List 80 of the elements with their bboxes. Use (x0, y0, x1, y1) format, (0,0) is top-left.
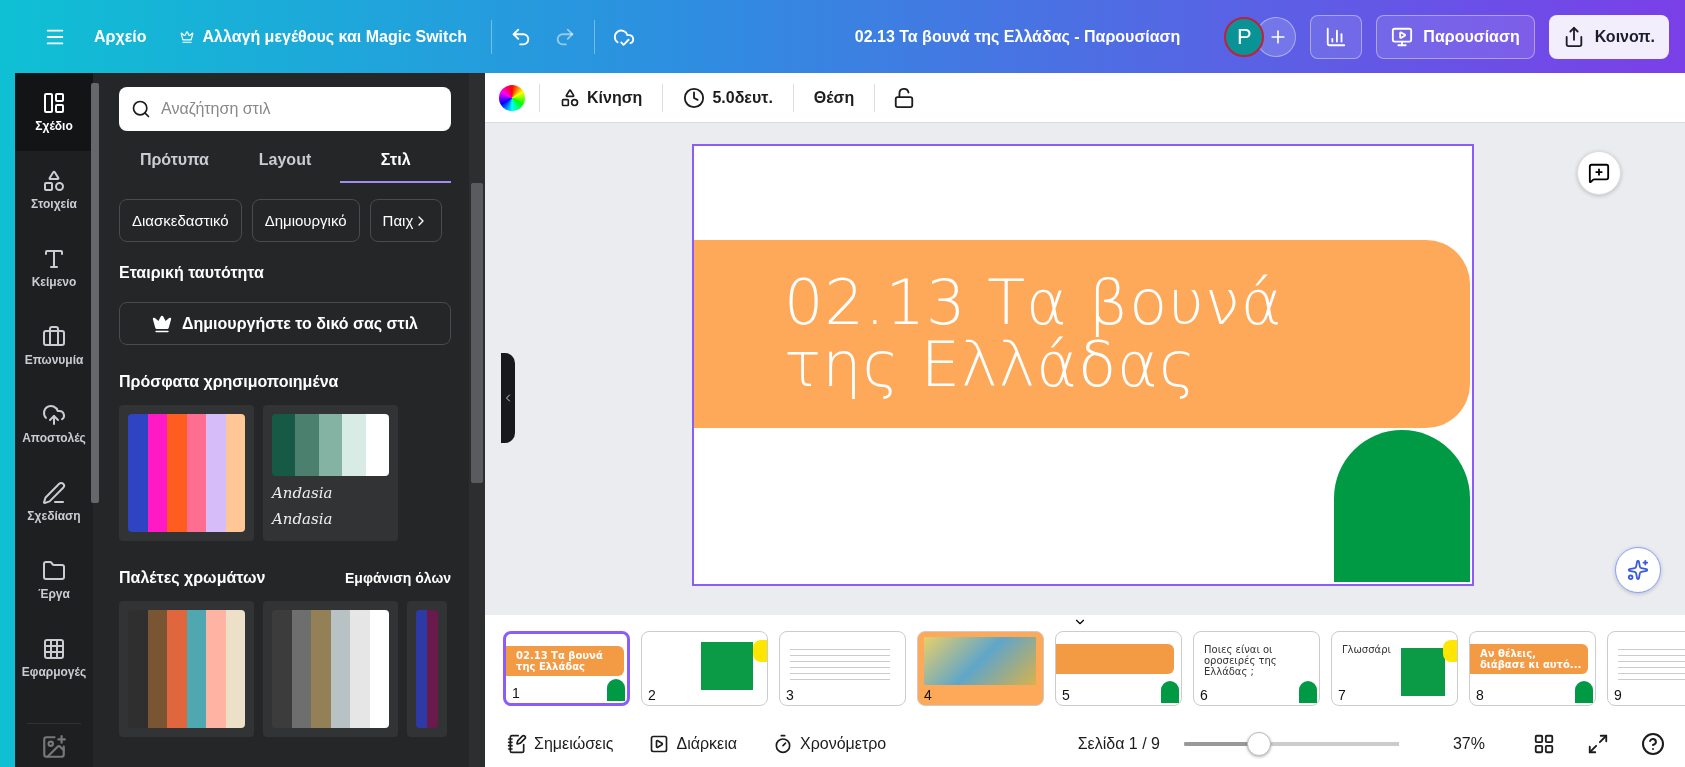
duration-button[interactable]: Διάρκεια (643, 728, 743, 760)
layout-icon (42, 91, 66, 115)
palette-card[interactable] (263, 601, 398, 737)
font-sample: Andasia (272, 484, 334, 502)
briefcase-icon (42, 325, 66, 349)
slide-thumbnail[interactable]: 2 (641, 630, 768, 706)
search-field[interactable]: Αναζήτηση στιλ (119, 87, 451, 131)
animate-button[interactable]: Κίνηση (554, 81, 649, 114)
notes-button[interactable]: Σημειώσεις (501, 728, 620, 760)
corner-shape (753, 639, 767, 662)
document-title[interactable]: 02.13 Τα βουνά της Ελλάδας - Παρουσίαση (854, 27, 1181, 46)
search-icon (131, 99, 151, 119)
pen-icon (42, 481, 66, 505)
user-avatar[interactable]: P (1224, 16, 1265, 57)
thumbnail-title: Ποιες είναι οι οροσειρές της Ελλάδας ; (1204, 643, 1278, 677)
slide-thumbnail[interactable]: Γλωσσάρι 7 (1331, 630, 1458, 706)
present-button[interactable]: Παρουσίαση (1376, 14, 1535, 59)
duration-button[interactable]: 5.0δευτ. (677, 80, 779, 115)
comment-plus-icon (1588, 162, 1610, 184)
section-heading: Παλέτες χρωμάτων (119, 569, 266, 587)
slide-thumbnail[interactable]: Ποιες είναι οι οροσειρές της Ελλάδας ; 6 (1193, 630, 1320, 706)
font-sample: Andasia (272, 510, 334, 528)
monitor-play-icon (1391, 25, 1414, 48)
page-indicator[interactable]: Σελίδα 1 / 9 (1077, 735, 1160, 753)
collapse-handle[interactable] (501, 353, 515, 443)
style-card[interactable]: Andasia Andasia (263, 405, 398, 541)
arch-shape (1575, 680, 1593, 703)
slide-thumbnail[interactable]: 9 (1607, 630, 1685, 706)
style-chip[interactable]: Παιχ (369, 199, 443, 242)
slide-thumbnail[interactable]: 4 (917, 630, 1044, 706)
color-wheel-icon[interactable] (499, 84, 525, 111)
cloud-upload-icon (42, 403, 66, 427)
insights-button[interactable] (1310, 14, 1363, 59)
crown-icon (180, 29, 195, 44)
sidebar-item[interactable]: Σχέδιο (15, 73, 93, 151)
style-card[interactable] (119, 405, 254, 541)
timer-icon (773, 734, 793, 754)
arch-shape (1299, 680, 1317, 703)
panel-tab[interactable]: Layout (229, 139, 341, 183)
shapes-icon (42, 169, 66, 193)
panel-tab[interactable]: Πρότυπα (119, 139, 230, 183)
palette-card[interactable] (119, 601, 254, 737)
slide-thumbnail[interactable]: Αν θέλεις, διάβασε κι αυτό... 8 (1469, 630, 1596, 706)
slide-thumbnail[interactable]: 02.13 Τα βουνά της Ελλάδας 1 (503, 630, 630, 706)
section-heading: Εταιρική ταυτότητα (119, 264, 265, 282)
play-icon (649, 734, 670, 754)
magic-button[interactable] (1615, 547, 1661, 593)
grid-icon (42, 637, 66, 661)
shapes-icon (560, 87, 580, 108)
text-panel (1401, 647, 1445, 696)
scrollbar[interactable] (91, 83, 99, 503)
clock-icon (683, 86, 706, 109)
timer-button[interactable]: Χρονόμετρο (767, 728, 893, 760)
create-style-button[interactable]: Δημιουργήστε το δικό σας στιλ (119, 302, 451, 345)
style-chip[interactable]: Δημιουργικό (251, 199, 360, 242)
folder-icon (42, 559, 66, 583)
arch-shape (607, 678, 625, 701)
crown-icon (152, 313, 173, 334)
slide-thumbnail[interactable]: 5 (1055, 630, 1182, 706)
text-icon (42, 247, 66, 271)
slide-thumbnail[interactable]: 3 (779, 630, 906, 706)
notes-icon (507, 734, 527, 754)
section-heading: Πρόσφατα χρησιμοποιημένα (119, 373, 340, 391)
sparkles-icon (1627, 559, 1649, 581)
add-comment-button[interactable] (1577, 151, 1621, 195)
panel-tab[interactable]: Στιλ (340, 139, 451, 183)
position-button[interactable]: Θέση (807, 82, 861, 113)
zoom-reading: 37% (1452, 735, 1485, 753)
thumbnail-title: Αν θέλεις, διάβασε κι αυτό... (1480, 647, 1582, 670)
style-chip[interactable]: Διασκεδαστικό (119, 199, 242, 242)
bar-chart-icon (1325, 25, 1348, 48)
text-panel (701, 641, 753, 690)
slider-thumb[interactable] (1247, 732, 1272, 756)
corner-shape (1443, 639, 1457, 662)
thumbnail-title: 02.13 Τα βουνά της Ελλάδας (516, 649, 604, 672)
arch-shape (1161, 680, 1179, 703)
scrollbar[interactable] (471, 183, 483, 483)
thumbnail-title: Γλωσσάρι (1342, 643, 1392, 655)
share-button[interactable]: Κοινοπ. (1548, 14, 1669, 59)
see-all-link[interactable]: Εμφάνιση όλων (345, 570, 451, 586)
